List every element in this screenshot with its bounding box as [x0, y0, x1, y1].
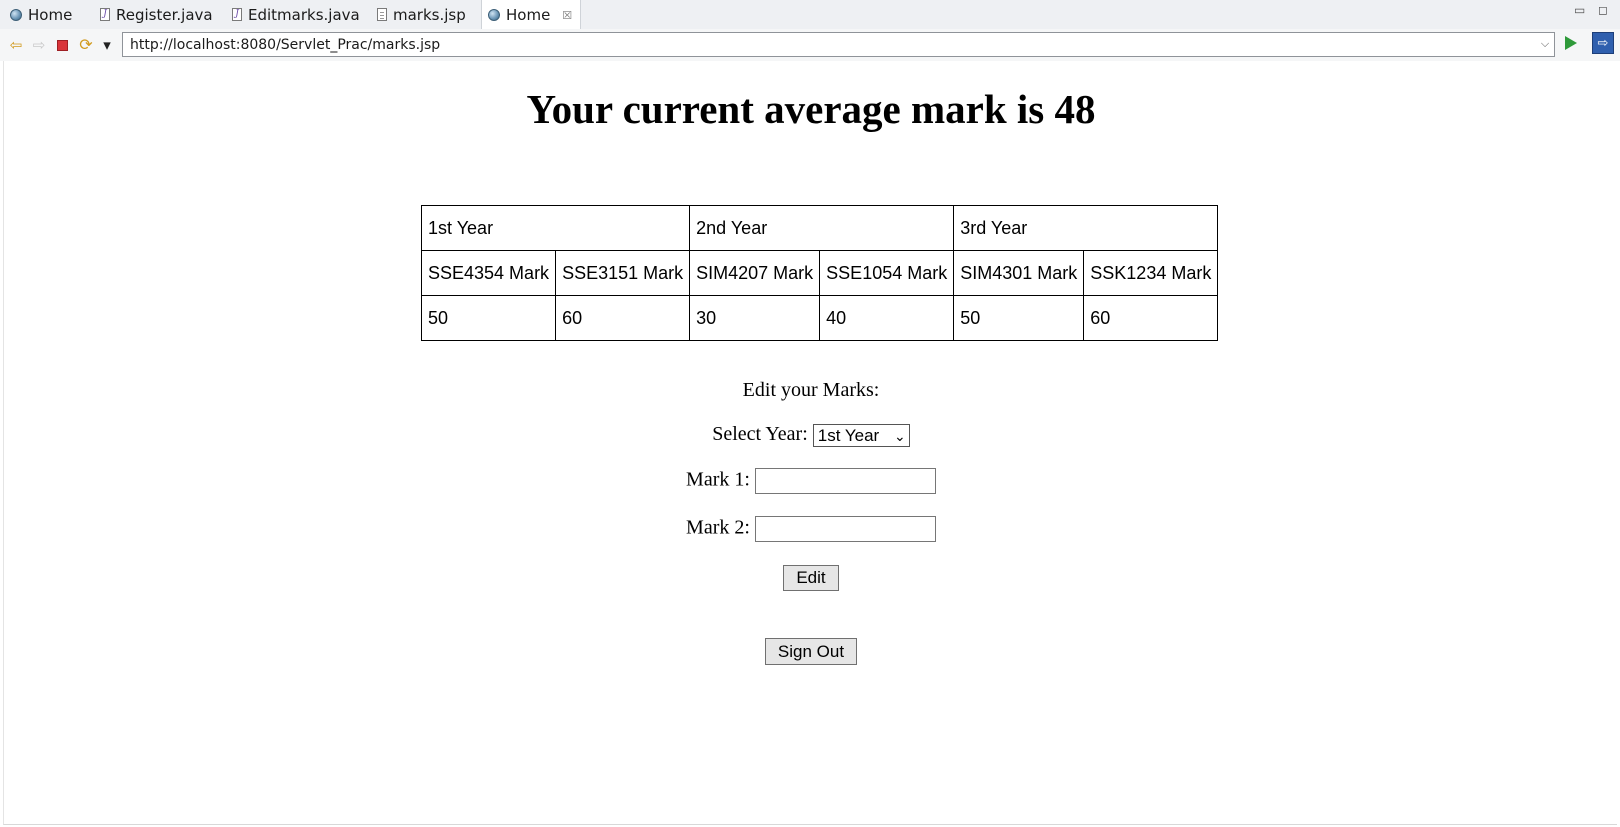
- mark2-label: Mark 2:: [686, 516, 750, 539]
- edit-marks-heading: Edit your Marks:: [4, 379, 1618, 402]
- url-text[interactable]: http://localhost:8080/Servlet_Prac/marks…: [123, 37, 1536, 53]
- table-row-marks: 50 60 30 40 50 60: [420, 295, 1219, 341]
- tab-home-active[interactable]: Home ☒: [481, 0, 582, 30]
- edit-marks-title: Edit your Marks:: [742, 379, 880, 401]
- mark-cell: 60: [555, 295, 691, 341]
- globe-icon: [10, 8, 22, 21]
- refresh-icon[interactable]: ⟳: [76, 35, 96, 55]
- back-arrow-icon[interactable]: ⇦: [6, 35, 26, 55]
- year-header-2: 2nd Year: [689, 205, 955, 251]
- subject-header: SIM4207 Mark: [689, 250, 821, 296]
- mark2-input[interactable]: [754, 516, 936, 542]
- table-row-subjects: SSE4354 Mark SSE3151 Mark SIM4207 Mark S…: [420, 250, 1219, 296]
- mark-cell: 30: [689, 295, 821, 341]
- page-title: Your current average mark is 48: [526, 86, 1096, 132]
- signout-button-row: Sign Out: [4, 638, 1618, 665]
- url-history-dropdown-icon[interactable]: ⌵: [1536, 38, 1554, 51]
- url-bar[interactable]: http://localhost:8080/Servlet_Prac/marks…: [122, 32, 1555, 57]
- stop-icon: [56, 39, 68, 51]
- edit-button-row: Edit: [4, 565, 1618, 591]
- tab-home-1[interactable]: Home: [10, 0, 72, 29]
- subject-header: SSE1054 Mark: [819, 250, 955, 296]
- stop-button[interactable]: [52, 35, 72, 55]
- table-row-years: 1st Year 2nd Year 3rd Year: [420, 205, 1219, 251]
- select-year-row: Select Year: 1st Year ⌄: [4, 423, 1618, 447]
- mark-cell: 50: [420, 295, 557, 341]
- year-select-value: 1st Year: [817, 425, 880, 445]
- edit-button[interactable]: Edit: [783, 565, 839, 591]
- java-file-icon: J: [100, 8, 110, 21]
- tab-register-java[interactable]: J Register.java: [100, 0, 213, 29]
- java-file-icon: J: [232, 8, 242, 21]
- tab-label: Home: [28, 5, 73, 24]
- close-tab-icon[interactable]: ☒: [562, 9, 572, 22]
- browser-toolbar: ⇦ ⇨ ⟳ ▾ http://localhost:8080/Servlet_Pr…: [0, 29, 1620, 61]
- tab-editmarks-java[interactable]: J Editmarks.java: [232, 0, 360, 29]
- select-year-label: Select Year:: [712, 423, 808, 445]
- jsp-file-icon: [377, 8, 387, 21]
- tab-label: Register.java: [116, 5, 213, 24]
- maximize-icon[interactable]: ◻: [1598, 3, 1608, 17]
- subject-header: SIM4301 Mark: [953, 250, 1085, 296]
- browser-viewport: Your current average mark is 48 1st Year…: [3, 61, 1617, 825]
- globe-icon: [488, 9, 500, 21]
- marks-table: 1st Year 2nd Year 3rd Year SSE4354 Mark …: [420, 205, 1219, 341]
- mark1-row: Mark 1:: [4, 468, 1618, 494]
- editor-tab-bar: Home J Register.java J Editmarks.java ma…: [0, 0, 1620, 30]
- subject-header: SSK1234 Mark: [1083, 250, 1219, 296]
- chevron-down-icon: ⌄: [894, 427, 906, 444]
- subject-header: SSE3151 Mark: [555, 250, 691, 296]
- tab-marks-jsp[interactable]: marks.jsp: [377, 0, 466, 29]
- mark1-label: Mark 1:: [686, 468, 750, 491]
- year-select[interactable]: 1st Year ⌄: [812, 423, 910, 447]
- mark-cell: 40: [819, 295, 955, 341]
- tab-label: Home: [506, 6, 551, 24]
- open-external-browser-icon[interactable]: ⇨: [1592, 32, 1614, 54]
- minimize-icon[interactable]: ▭: [1574, 3, 1585, 17]
- tab-label: marks.jsp: [393, 5, 466, 24]
- sign-out-button[interactable]: Sign Out: [765, 638, 857, 665]
- subject-header: SSE4354 Mark: [420, 250, 557, 296]
- chevron-down-icon[interactable]: ▾: [97, 35, 117, 55]
- year-header-3: 3rd Year: [953, 205, 1219, 251]
- forward-arrow-icon[interactable]: ⇨: [29, 35, 49, 55]
- mark-cell: 60: [1083, 295, 1219, 341]
- mark2-row: Mark 2:: [4, 516, 1618, 542]
- year-header-1: 1st Year: [420, 205, 691, 251]
- mark1-input[interactable]: [754, 468, 936, 494]
- tab-label: Editmarks.java: [248, 5, 360, 24]
- go-play-icon[interactable]: [1565, 36, 1577, 50]
- mark-cell: 50: [953, 295, 1085, 341]
